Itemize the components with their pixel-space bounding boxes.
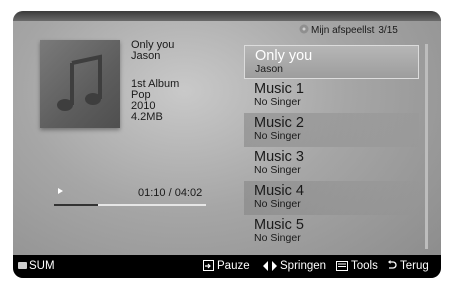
playlist-item-title: Music 4 [254, 183, 304, 199]
playlist-item-title: Music 5 [254, 217, 304, 233]
tools-label: Tools [351, 260, 378, 272]
playback-time: 01:10 / 04:02 [138, 187, 203, 199]
playlist-name: Mijn afspeellst [311, 25, 375, 36]
progress-bar[interactable] [54, 204, 206, 206]
bottom-bar: SUM Pauze Springen Tools Terug [13, 255, 441, 278]
playlist-item-title: Music 1 [254, 81, 304, 97]
playlist-item[interactable]: Music 1 No Singer [244, 79, 419, 113]
track-artist: Jason [131, 50, 161, 62]
playlist-item-title: Music 3 [254, 149, 304, 165]
skip-button[interactable]: Springen [263, 260, 326, 272]
music-note-icon [57, 54, 102, 111]
playlist-icon [299, 24, 309, 34]
pause-label: Pauze [217, 260, 250, 272]
top-bar [13, 11, 441, 21]
playlist-item[interactable]: Music 2 No Singer [244, 113, 419, 147]
playlist-position: 3/15 [378, 25, 398, 36]
album-art [40, 40, 120, 128]
playlist-item-artist: Jason [255, 63, 284, 75]
sum-icon [18, 262, 27, 269]
sum-label: SUM [29, 260, 55, 272]
left-right-arrows-icon [263, 261, 277, 271]
playlist-header: Mijn afspeellst 3/15 [299, 24, 439, 36]
sum-button[interactable]: SUM [18, 260, 55, 272]
playlist-item-title: Only you [255, 48, 313, 64]
tools-button[interactable]: Tools [336, 260, 378, 272]
progress-fill [54, 204, 99, 206]
playlist-item-artist: No Singer [254, 232, 301, 244]
return-icon [388, 260, 397, 269]
back-button[interactable]: Terug [387, 260, 429, 272]
tools-icon [336, 261, 348, 271]
back-label: Terug [400, 260, 429, 272]
playlist-item-artist: No Singer [254, 164, 301, 176]
playlist-item-artist: No Singer [254, 96, 301, 108]
track-size: 4.2MB [131, 111, 163, 123]
play-indicator-icon [58, 188, 63, 194]
playlist-item-artist: No Singer [254, 130, 301, 142]
playlist-item[interactable]: Music 4 No Singer [244, 181, 419, 215]
playlist: Only you Jason Music 1 No Singer Music 2… [244, 45, 419, 249]
playlist-item[interactable]: Music 3 No Singer [244, 147, 419, 181]
playlist-scrollbar[interactable] [425, 44, 428, 249]
playlist-item[interactable]: Music 5 No Singer [244, 215, 419, 249]
music-player-screen: Only you Jason 1st Album Pop 2010 4.2MB … [13, 11, 441, 278]
skip-label: Springen [280, 260, 327, 272]
track-info: Only you Jason 1st Album Pop 2010 4.2MB [131, 40, 179, 123]
enter-icon [203, 260, 214, 271]
playlist-item-title: Music 2 [254, 115, 304, 131]
pause-button[interactable]: Pauze [203, 260, 250, 272]
playlist-item-artist: No Singer [254, 198, 301, 210]
playlist-item[interactable]: Only you Jason [244, 45, 419, 79]
